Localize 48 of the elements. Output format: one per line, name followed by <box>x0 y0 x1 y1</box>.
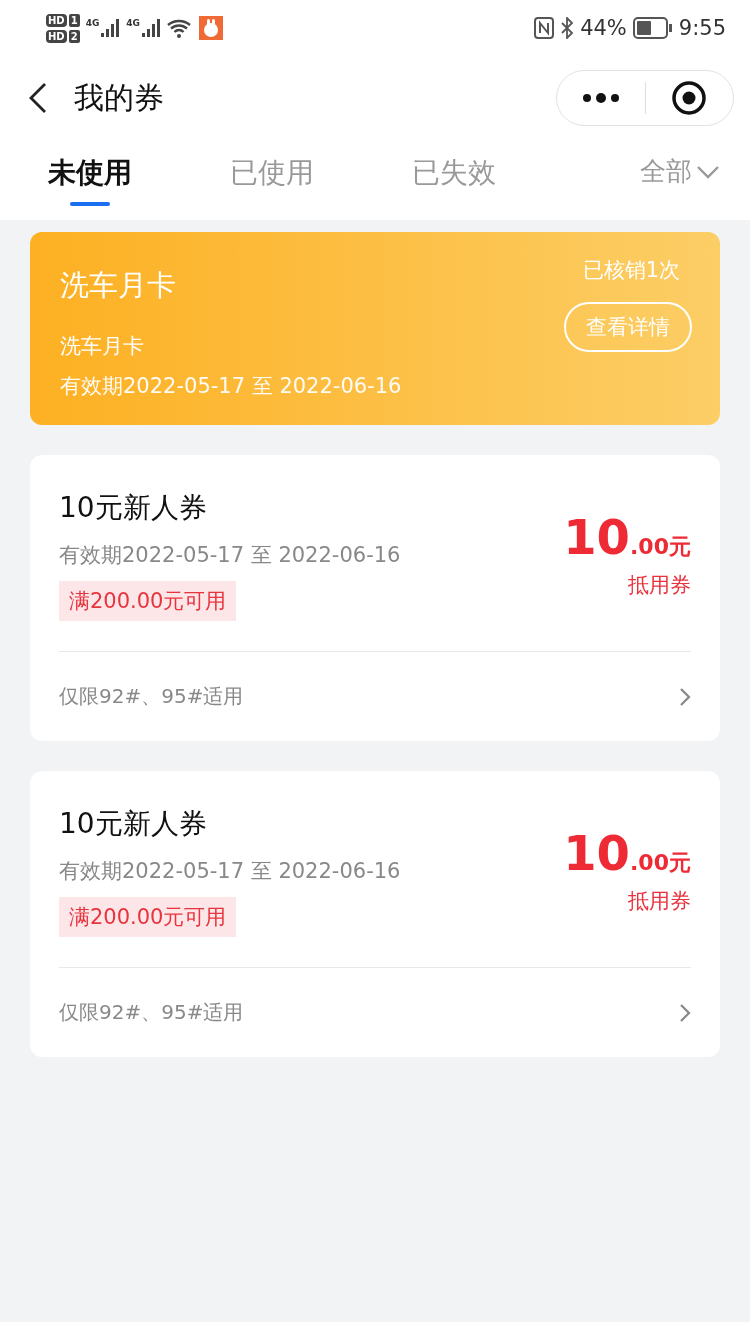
details-button[interactable]: 查看详情 <box>564 302 692 352</box>
coupon-amount: 10 <box>563 827 630 879</box>
usage-scope: 仅限92#、95#适用 <box>59 999 244 1026</box>
signal-icon <box>140 18 161 38</box>
amount-suffix: .00元 <box>630 533 691 561</box>
battery-percent: 44% <box>580 16 627 40</box>
sim-label: HD <box>46 13 67 27</box>
more-icon <box>580 93 621 103</box>
chevron-right-icon[interactable] <box>679 1002 691 1023</box>
page-title: 我的券 <box>74 78 165 117</box>
coupon-card[interactable]: 10元新人券 有效期2022-05-17 至 2022-06-16 满200.00元可用 10.00元 抵用券 仅限92#、95#适用 <box>30 771 720 1057</box>
sim-slot: 2 <box>68 29 80 43</box>
back-icon[interactable] <box>28 82 48 114</box>
network-type: 4G <box>126 18 140 28</box>
filter-dropdown[interactable]: 全部 <box>640 140 720 189</box>
sim-label: HD <box>46 29 67 43</box>
month-card[interactable]: 洗车月卡 洗车月卡 有效期2022-05-17 至 2022-06-16 已核销1次 查看详情 <box>30 232 720 425</box>
wifi-icon <box>166 18 193 38</box>
validity-period: 有效期2022-05-17 至 2022-06-16 <box>60 373 402 400</box>
chevron-right-icon[interactable] <box>679 686 691 707</box>
signal-icon <box>100 18 121 38</box>
coupon-card[interactable]: 10元新人券 有效期2022-05-17 至 2022-06-16 满200.00元可用 10.00元 抵用券 仅限92#、95#适用 <box>30 455 720 741</box>
card-title: 洗车月卡 <box>60 267 177 304</box>
tab[interactable]: 已使用 <box>230 140 314 206</box>
tab[interactable]: 已失效 <box>412 140 496 206</box>
battery-icon <box>632 17 673 39</box>
coupon-title: 10元新人券 <box>59 490 208 526</box>
card-subtitle: 洗车月卡 <box>60 333 145 360</box>
usage-count: 已核销1次 <box>582 257 680 284</box>
sim-slot: 1 <box>68 13 80 27</box>
coupon-title: 10元新人券 <box>59 806 208 842</box>
tab[interactable]: 未使用 <box>48 140 132 206</box>
usage-scope: 仅限92#、95#适用 <box>59 683 244 710</box>
condition-tag: 满200.00元可用 <box>59 897 237 937</box>
condition-tag: 满200.00元可用 <box>59 581 237 621</box>
nfc-icon <box>534 17 555 39</box>
validity-period: 有效期2022-05-17 至 2022-06-16 <box>59 858 401 885</box>
amount-suffix: .00元 <box>630 849 691 877</box>
network-type: 4G <box>85 18 100 28</box>
coupon-type: 抵用券 <box>628 572 691 599</box>
bluetooth-icon <box>560 17 575 39</box>
close-icon <box>671 80 708 116</box>
coupon-amount: 10 <box>563 511 630 563</box>
clock: 9:55 <box>678 16 726 40</box>
validity-period: 有效期2022-05-17 至 2022-06-16 <box>59 542 401 569</box>
coupon-type: 抵用券 <box>628 888 691 915</box>
app-notification-icon <box>198 16 223 40</box>
chevron-down-icon <box>696 164 720 179</box>
